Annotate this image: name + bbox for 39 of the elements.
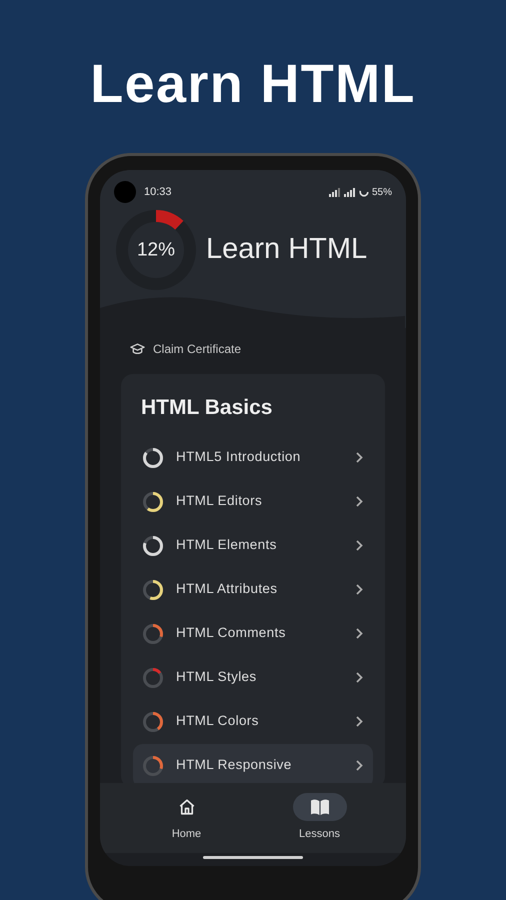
nav-tab[interactable]: Home bbox=[146, 793, 226, 843]
nav-tab[interactable]: Lessons bbox=[280, 793, 360, 843]
lesson-progress-ring bbox=[143, 668, 163, 688]
lesson-row[interactable]: HTML Editors bbox=[133, 480, 373, 524]
camera-hole bbox=[114, 181, 136, 203]
section-title: HTML Basics bbox=[140, 395, 274, 421]
lesson-row[interactable]: HTML5 Introduction bbox=[133, 436, 373, 480]
course-title: Learn HTML bbox=[206, 232, 368, 268]
lesson-row[interactable]: HTML Comments bbox=[133, 612, 373, 656]
lesson-progress-ring bbox=[143, 712, 163, 732]
lesson-progress-ring bbox=[143, 536, 163, 556]
lesson-progress-ring bbox=[143, 624, 163, 644]
status-time: 10:33 bbox=[144, 184, 172, 200]
lesson-progress-ring bbox=[143, 580, 163, 600]
chevron-right-icon bbox=[356, 628, 363, 639]
chevron-right-icon bbox=[356, 672, 363, 683]
open-book-icon bbox=[310, 798, 330, 816]
progress-percent: 12% bbox=[136, 240, 176, 260]
lesson-progress-ring bbox=[143, 756, 163, 776]
chevron-right-icon bbox=[356, 540, 363, 551]
chevron-right-icon bbox=[356, 760, 363, 771]
banner-title: Learn HTML bbox=[90, 53, 416, 116]
chevron-right-icon bbox=[356, 584, 363, 595]
claim-certificate-link[interactable]: Claim Certificate bbox=[130, 340, 242, 358]
lesson-row[interactable]: HTML Colors bbox=[133, 700, 373, 744]
graduation-cap-icon bbox=[130, 343, 145, 355]
chevron-right-icon bbox=[356, 452, 363, 463]
lesson-progress-ring bbox=[143, 448, 163, 468]
lesson-progress-ring bbox=[143, 492, 163, 512]
lesson-row[interactable]: HTML Attributes bbox=[133, 568, 373, 612]
lesson-row[interactable]: HTML Responsive bbox=[133, 744, 373, 783]
lesson-row[interactable]: HTML Elements bbox=[133, 524, 373, 568]
signal-icon bbox=[328, 188, 341, 196]
home-icon bbox=[178, 798, 196, 816]
chevron-right-icon bbox=[356, 496, 363, 507]
lesson-row[interactable]: HTML Styles bbox=[133, 656, 373, 700]
signal-icon bbox=[344, 188, 356, 196]
chevron-right-icon bbox=[356, 716, 363, 727]
battery-level: 55% bbox=[372, 186, 392, 200]
